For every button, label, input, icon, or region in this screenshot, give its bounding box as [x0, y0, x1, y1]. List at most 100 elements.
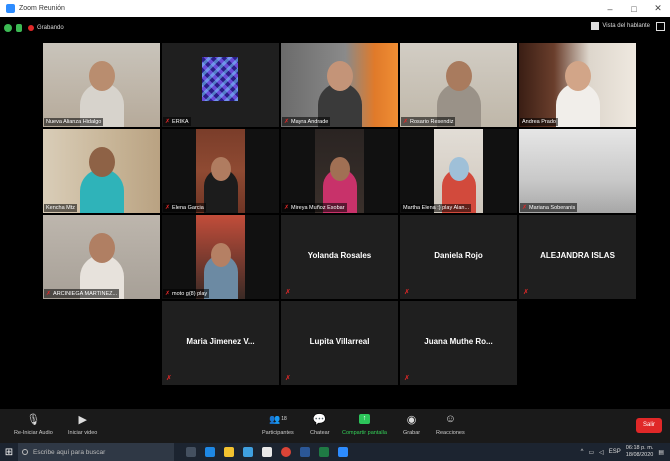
security-shield-icon[interactable] — [16, 24, 22, 32]
clock-date: 18/08/2020 — [625, 452, 654, 458]
participant-name: Kencha Mtz — [44, 204, 78, 212]
video-tile[interactable]: Nueva Alianza Hidalgo — [43, 43, 160, 127]
mail-icon[interactable] — [262, 447, 272, 457]
lang-indicator[interactable]: ESP — [609, 449, 621, 455]
share-label: Compartir pantalla — [342, 430, 387, 436]
participant-name: ✗ Mireya Muñoz Esobar — [282, 203, 347, 212]
notifications-icon[interactable]: ▤ — [658, 449, 664, 456]
video-tile-no-video[interactable]: Maria Jimenez V... ✗ — [162, 301, 279, 385]
muted-mic-icon: ✗ — [165, 291, 171, 297]
participant-name: ALEJANDRA ISLAS — [540, 251, 615, 260]
video-tile-no-video[interactable]: ALEJANDRA ISLAS ✗ — [519, 215, 636, 299]
window-title: Zoom Reunión — [19, 5, 65, 12]
cortana-icon[interactable] — [186, 447, 196, 457]
video-tile-no-video[interactable]: Juana Muthe Ro... ✗ — [400, 301, 517, 385]
participants-label: Participantes — [262, 430, 294, 436]
participant-face — [329, 157, 350, 181]
edge-icon[interactable] — [205, 447, 215, 457]
video-feed — [519, 129, 636, 213]
meeting-topbar: Grabando Vista del hablante — [0, 17, 670, 39]
start-icon[interactable]: ⊞ — [0, 443, 18, 461]
close-button[interactable]: ✕ — [652, 3, 664, 14]
taskbar-search[interactable]: Escribe aquí para buscar — [18, 443, 174, 461]
muted-mic-icon: ✗ — [166, 375, 172, 382]
minimize-button[interactable]: – — [604, 4, 616, 14]
video-tile[interactable]: ✗ ARCINIEGA MARTINEZ... — [43, 215, 160, 299]
audio-label: Re-Iniciar Audio — [14, 430, 53, 436]
participant-face — [564, 61, 591, 91]
participants-icon: 👥 18 — [269, 413, 287, 424]
participants-button[interactable]: 👥 18 Participantes — [262, 412, 294, 437]
participant-name: ✗ Rosario Resendiz — [401, 117, 456, 126]
chrome-icon[interactable] — [281, 447, 291, 457]
chat-button[interactable]: 💬 Chatear — [310, 412, 330, 437]
muted-mic-icon: ✗ — [284, 119, 290, 125]
chat-icon: 💬 — [312, 413, 327, 426]
video-tile[interactable]: ✗ moto g(8) play — [162, 215, 279, 299]
participant-name: Juana Muthe Ro... — [424, 337, 493, 346]
muted-mic-icon: ✗ — [285, 375, 291, 382]
windows-taskbar: ⊞ Escribe aquí para buscar ^ ▭ ◁ ESP 06:… — [0, 443, 670, 461]
video-tile[interactable]: ✗ Elena Garcia — [162, 129, 279, 213]
share-screen-icon: ↑ — [357, 412, 371, 426]
speaker-view-label: Vista del hablante — [602, 23, 650, 29]
taskbar-clock[interactable]: 06:18 p. m. 18/08/2020 — [626, 445, 654, 459]
video-tile[interactable]: ✗ Mireya Muñoz Esobar — [281, 129, 398, 213]
share-screen-button[interactable]: ↑ Compartir pantalla — [342, 412, 387, 436]
audio-button[interactable]: 🎙 Re-Iniciar Audio — [14, 412, 53, 437]
network-icon[interactable]: ▭ — [588, 449, 594, 456]
muted-mic-icon: ✗ — [403, 119, 409, 125]
meeting-info-icon[interactable] — [4, 24, 12, 32]
store-icon[interactable] — [243, 447, 253, 457]
fullscreen-icon[interactable] — [656, 22, 665, 31]
clock-time: 06:18 p. m. — [625, 445, 654, 451]
video-tile[interactable]: Kencha Mtz — [43, 129, 160, 213]
reactions-button[interactable]: ☺ Reacciones — [436, 412, 465, 436]
participants-count: 18 — [281, 416, 287, 422]
muted-mic-icon: ✗ — [284, 205, 290, 211]
volume-icon[interactable]: ◁ — [599, 449, 604, 456]
zoom-taskbar-icon[interactable] — [338, 447, 348, 457]
muted-mic-icon: ✗ — [165, 205, 171, 211]
word-icon[interactable] — [300, 447, 310, 457]
video-tile[interactable]: ✗ Mariana Soberanis — [519, 129, 636, 213]
participant-face — [210, 157, 231, 181]
video-tile[interactable]: ✗ Rosario Resendiz — [400, 43, 517, 127]
recording-dot-icon — [28, 25, 34, 31]
reactions-icon: ☺ — [444, 413, 456, 425]
participant-face-mask — [448, 157, 469, 181]
participant-face — [88, 233, 115, 263]
participant-name: ✗ Mariana Soberanis — [520, 203, 578, 212]
video-tile[interactable]: Martha Elena :) play Alan... — [400, 129, 517, 213]
muted-mic-icon: ✗ — [165, 119, 171, 125]
video-label: Iniciar video — [68, 430, 98, 436]
participant-name: ✗ Elena Garcia — [163, 203, 206, 212]
meeting-toolbar: 🎙 Re-Iniciar Audio ▶ Iniciar video 👥 18 P… — [0, 409, 670, 443]
participant-face — [88, 61, 115, 91]
window-titlebar: Zoom Reunión – □ ✕ — [0, 0, 670, 17]
speaker-view-button[interactable]: Vista del hablante — [591, 22, 650, 30]
muted-mic-icon: ✗ — [523, 289, 529, 296]
participant-face — [445, 61, 472, 91]
taskbar-pinned-apps — [186, 447, 348, 457]
participant-face — [326, 61, 353, 91]
video-off-icon: ▶ — [78, 413, 87, 426]
video-tile[interactable]: ✗ Mayra Andrade — [281, 43, 398, 127]
file-explorer-icon[interactable] — [224, 447, 234, 457]
video-tile-no-video[interactable]: Yolanda Rosales ✗ — [281, 215, 398, 299]
video-tile[interactable]: ✗ ERIKA — [162, 43, 279, 127]
participant-name: Andrea Prado — [520, 118, 558, 126]
video-tile-no-video[interactable]: Daniela Rojo ✗ — [400, 215, 517, 299]
system-tray: ^ ▭ ◁ ESP 06:18 p. m. 18/08/2020 ▤ — [581, 443, 664, 461]
muted-mic-icon: ✗ — [285, 289, 291, 296]
tray-chevron-icon[interactable]: ^ — [581, 449, 584, 455]
video-tile-no-video[interactable]: Lupita Villarreal ✗ — [281, 301, 398, 385]
excel-icon[interactable] — [319, 447, 329, 457]
participant-name: Yolanda Rosales — [307, 251, 372, 260]
record-button[interactable]: ◉ Grabar — [403, 412, 420, 437]
active-speaker-tile[interactable]: Andrea Prado — [519, 43, 636, 127]
recording-label: Grabando — [37, 25, 64, 31]
video-button[interactable]: ▶ Iniciar video — [68, 412, 98, 437]
leave-meeting-button[interactable]: Salir — [636, 418, 662, 433]
maximize-button[interactable]: □ — [628, 4, 640, 14]
